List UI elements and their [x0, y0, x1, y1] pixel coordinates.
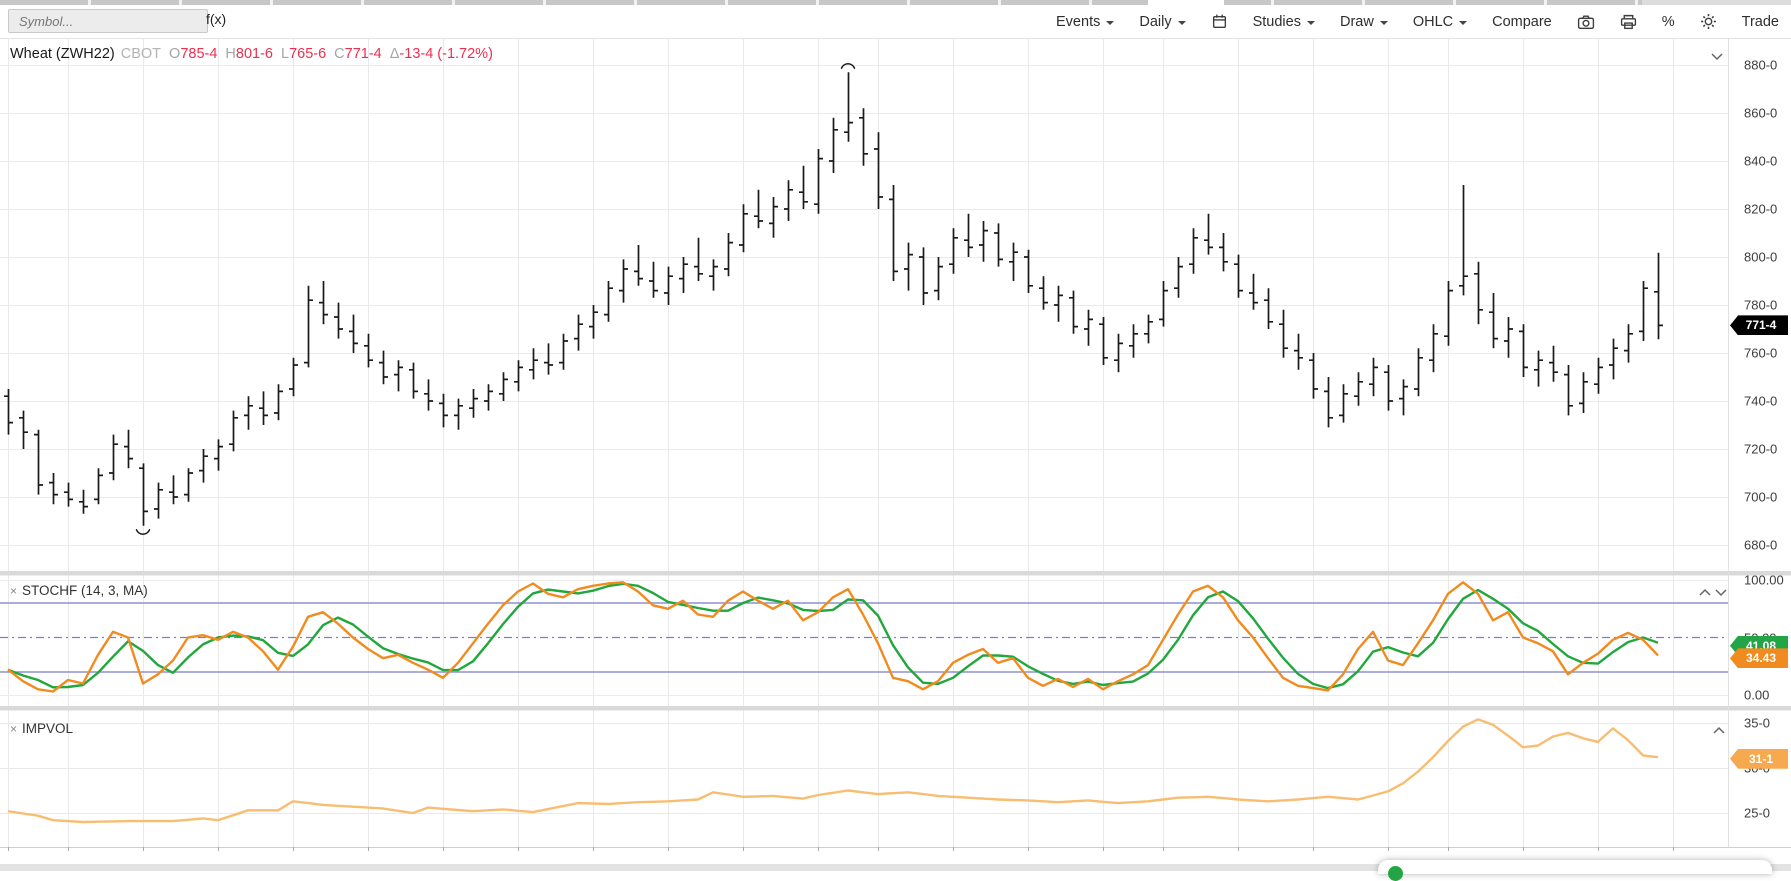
- quote-field-value: 771-4: [344, 46, 382, 62]
- price-axis-label: 700-0: [1744, 489, 1778, 505]
- price-axis-label: 880-0: [1744, 57, 1778, 73]
- quote-field-key: Δ: [389, 46, 400, 62]
- stochf-axis-label: 0.00: [1744, 687, 1770, 703]
- quote-field-value: 785-4: [180, 46, 218, 62]
- price-axis-label: 740-0: [1744, 393, 1778, 409]
- quote-header: Wheat (ZWH22) CBOT O785-4 H801-6 L765-6 C771-…: [10, 46, 493, 62]
- grid-and-levels: [0, 38, 1791, 851]
- quote-field-value: -13-4 (-1.72%): [399, 46, 493, 62]
- status-dot-icon: [1388, 866, 1403, 881]
- close-icon[interactable]: ×: [10, 584, 17, 598]
- quote-field-value: 765-6: [289, 46, 327, 62]
- close-icon[interactable]: ×: [10, 722, 17, 736]
- price-panel-collapse-chevron-down-icon[interactable]: [1710, 48, 1725, 61]
- quote-field-key: H: [225, 46, 236, 62]
- impvol-axis-label: 35-0: [1744, 715, 1771, 731]
- price-axis-label: 680-0: [1744, 537, 1778, 553]
- quote-field-key: O: [169, 46, 181, 62]
- impvol-label-text: IMPVOL: [22, 721, 74, 736]
- exchange-name: CBOT: [120, 46, 162, 62]
- bottom-right-popup[interactable]: [1378, 860, 1772, 881]
- price-axis-label: 840-0: [1744, 153, 1778, 169]
- price-axis-label: 820-0: [1744, 201, 1778, 217]
- instrument-name: Wheat (ZWH22): [10, 46, 115, 62]
- impvol-line: [7, 718, 1659, 824]
- ohlc-bars: [4, 72, 1663, 526]
- stochf-axis-label: 100.00: [1744, 572, 1784, 588]
- price-axis-label: 720-0: [1744, 441, 1778, 457]
- impvol-study-label: × IMPVOL: [10, 721, 73, 736]
- price-axis-label: 780-0: [1744, 297, 1778, 313]
- price-axis-label: 760-0: [1744, 345, 1778, 361]
- stochf-panel-expand-chevron-up-icon[interactable]: [1698, 584, 1713, 596]
- last-price-badge: 771-4: [1730, 315, 1788, 336]
- stochf-panel-collapse-chevron-down-icon[interactable]: [1714, 584, 1729, 597]
- impvol-value-badge: 31-1: [1730, 748, 1788, 769]
- impvol-axis-label: 25-0: [1744, 805, 1771, 821]
- price-axis-label: 800-0: [1744, 249, 1778, 265]
- quote-field-value: 801-6: [235, 46, 273, 62]
- stochf-study-label: × STOCHF (14, 3, MA): [10, 583, 148, 598]
- stochf-label-text: STOCHF (14, 3, MA): [22, 583, 148, 598]
- quote-field-key: L: [280, 46, 290, 62]
- price-axis-label: 860-0: [1744, 105, 1778, 121]
- stochf-value-badge: 34.43: [1730, 648, 1788, 669]
- chart-canvas[interactable]: [0, 0, 1791, 871]
- impvol-panel-expand-chevron-up-icon[interactable]: [1712, 722, 1727, 734]
- quote-field-key: C: [334, 46, 345, 62]
